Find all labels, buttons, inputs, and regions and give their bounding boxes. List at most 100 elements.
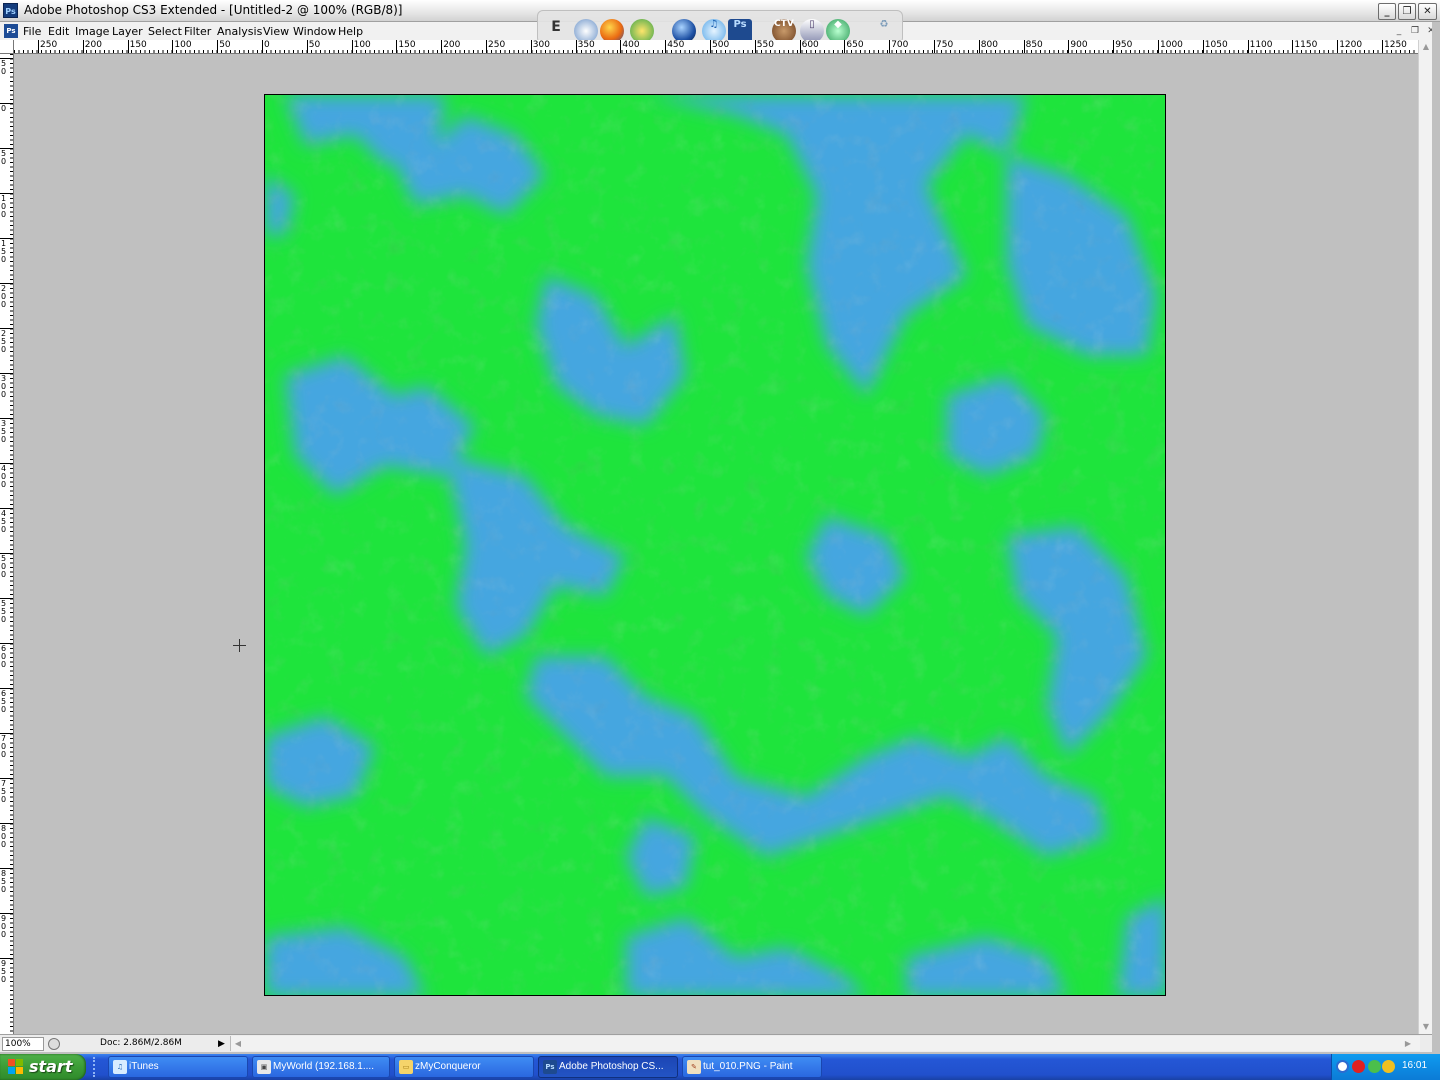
- taskbar-grip[interactable]: [93, 1057, 97, 1077]
- ruler-label: 50: [219, 40, 231, 50]
- ruler-label: 100: [174, 40, 192, 50]
- task-itunes[interactable]: ♫ iTunes: [108, 1056, 248, 1078]
- system-tray: 16:01: [1331, 1054, 1440, 1080]
- ruler-label: 450: [667, 40, 685, 50]
- ruler-label: 300: [1, 374, 7, 399]
- ruler-label: 350: [577, 40, 595, 50]
- photoshop-icon: Ps: [543, 1060, 557, 1074]
- document-icon[interactable]: Ps: [4, 24, 18, 38]
- task-label: tut_010.PNG - Paint: [703, 1061, 793, 1072]
- menu-help[interactable]: Help: [338, 25, 363, 38]
- ruler-label: 1100: [1249, 40, 1273, 50]
- scroll-up-arrow-icon[interactable]: ▲: [1419, 40, 1433, 54]
- windows-taskbar: start ♫ iTunes ▣ MyWorld (192.168.1.... …: [0, 1054, 1440, 1080]
- document-workspace[interactable]: [14, 54, 1418, 1034]
- ruler-label: 350: [1, 419, 7, 444]
- zoom-level-field[interactable]: 100%: [2, 1037, 44, 1051]
- menu-view[interactable]: View: [263, 25, 289, 38]
- start-button[interactable]: start: [0, 1054, 86, 1080]
- ruler-label: 100: [1, 194, 7, 219]
- ruler-label: 650: [1, 689, 7, 714]
- status-menu-arrow-icon[interactable]: ▶: [218, 1038, 228, 1050]
- paint-icon: ✎: [687, 1060, 701, 1074]
- ruler-label: 650: [846, 40, 864, 50]
- scroll-left-arrow-icon[interactable]: ◀: [231, 1036, 245, 1051]
- ruler-label: 600: [1, 644, 7, 669]
- itunes-icon: ♫: [113, 1060, 127, 1074]
- menu-filter[interactable]: Filter: [184, 25, 211, 38]
- menu-file[interactable]: File: [23, 25, 41, 38]
- photoshop-app-icon[interactable]: Ps: [3, 3, 18, 18]
- ruler-label: 300: [532, 40, 550, 50]
- ruler-label: 550: [1, 599, 7, 624]
- ruler-corner[interactable]: [0, 40, 14, 54]
- ruler-label: 150: [129, 40, 147, 50]
- vertical-ruler[interactable]: 50 0 50 100 150 200 250 300 350 400 450 500 550 600 65…: [0, 54, 14, 1034]
- task-zmyconqueror[interactable]: ▭ zMyConqueror: [394, 1056, 534, 1078]
- menu-analysis[interactable]: Analysis: [217, 25, 262, 38]
- task-paint[interactable]: ✎ tut_010.PNG - Paint: [682, 1056, 822, 1078]
- ruler-label: 0: [264, 40, 270, 50]
- ruler-label: 400: [622, 40, 640, 50]
- menu-edit[interactable]: Edit: [48, 25, 69, 38]
- quick-launch-dock: E ♫ Ps CTV ▯ ◆ ♻: [537, 10, 903, 44]
- windows-logo-icon: [8, 1059, 24, 1075]
- ruler-label: 700: [891, 40, 909, 50]
- task-label: Adobe Photoshop CS...: [559, 1061, 664, 1072]
- ruler-label: 1150: [1294, 40, 1318, 50]
- clock[interactable]: 16:01: [1402, 1060, 1427, 1071]
- ruler-label: 200: [84, 40, 102, 50]
- start-label: start: [29, 1057, 73, 1076]
- ruler-label: 850: [1025, 40, 1043, 50]
- task-label: zMyConqueror: [415, 1061, 481, 1072]
- horizontal-ruler[interactable]: 250 200 150 100 50 0 50 100 150 200 250 300 350 400 45…: [14, 40, 1418, 54]
- task-photoshop[interactable]: Ps Adobe Photoshop CS...: [538, 1056, 678, 1078]
- scroll-right-arrow-icon[interactable]: ▶: [1401, 1036, 1415, 1051]
- ruler-label: 250: [1, 329, 7, 354]
- folder-icon: ▭: [399, 1060, 413, 1074]
- ruler-label: 600: [801, 40, 819, 50]
- ruler-label: 900: [1070, 40, 1088, 50]
- task-label: iTunes: [129, 1061, 159, 1072]
- ruler-label: 200: [1, 284, 7, 309]
- ruler-label: 200: [443, 40, 461, 50]
- ruler-label: 750: [936, 40, 954, 50]
- ruler-label: 500: [712, 40, 730, 50]
- ruler-label: 1000: [1160, 40, 1183, 50]
- menu-select[interactable]: Select: [148, 25, 182, 38]
- task-myworld[interactable]: ▣ MyWorld (192.168.1....: [252, 1056, 390, 1078]
- remote-desktop-icon: ▣: [257, 1060, 271, 1074]
- status-bar: 100% Doc: 2.86M/2.86M ▶ ◀ ▶: [0, 1034, 1432, 1052]
- document-canvas[interactable]: [264, 94, 1166, 996]
- ruler-label: 250: [40, 40, 58, 50]
- tray-arrow-icon[interactable]: [1336, 1060, 1349, 1073]
- ruler-label: 0: [1, 104, 7, 113]
- vertical-scrollbar[interactable]: ▲ ▼: [1418, 40, 1432, 1034]
- network-status-icon[interactable]: [1368, 1060, 1381, 1073]
- menu-layer[interactable]: Layer: [112, 25, 143, 38]
- ruler-label: 400: [1, 464, 7, 489]
- restore-button[interactable]: ❐: [1398, 3, 1416, 20]
- menu-image[interactable]: Image: [75, 25, 109, 38]
- scroll-down-arrow-icon[interactable]: ▼: [1419, 1020, 1433, 1034]
- ruler-label: 50: [1, 59, 7, 76]
- ruler-label: 900: [1, 914, 7, 939]
- ruler-label: 850: [1, 869, 7, 894]
- ruler-label: 500: [1, 554, 7, 579]
- status-info-icon[interactable]: [48, 1038, 60, 1050]
- cloud-texture-image: [265, 95, 1165, 995]
- antivirus-icon[interactable]: [1352, 1060, 1365, 1073]
- doc-restore-button[interactable]: ❐: [1408, 25, 1422, 37]
- ruler-label: 1050: [1204, 40, 1228, 50]
- messenger-icon[interactable]: [1382, 1060, 1395, 1073]
- close-button[interactable]: ✕: [1418, 3, 1437, 20]
- doc-minimize-button[interactable]: _: [1392, 25, 1406, 37]
- document-size-info: Doc: 2.86M/2.86M: [100, 1038, 182, 1048]
- ruler-label: 1200: [1339, 40, 1363, 50]
- ruler-label: 950: [1115, 40, 1133, 50]
- ruler-label: 50: [308, 40, 321, 50]
- ruler-label: 50: [1, 149, 7, 166]
- horizontal-scrollbar[interactable]: ◀ ▶: [230, 1036, 1420, 1051]
- menu-window[interactable]: Window: [293, 25, 336, 38]
- minimize-button[interactable]: _: [1378, 3, 1396, 20]
